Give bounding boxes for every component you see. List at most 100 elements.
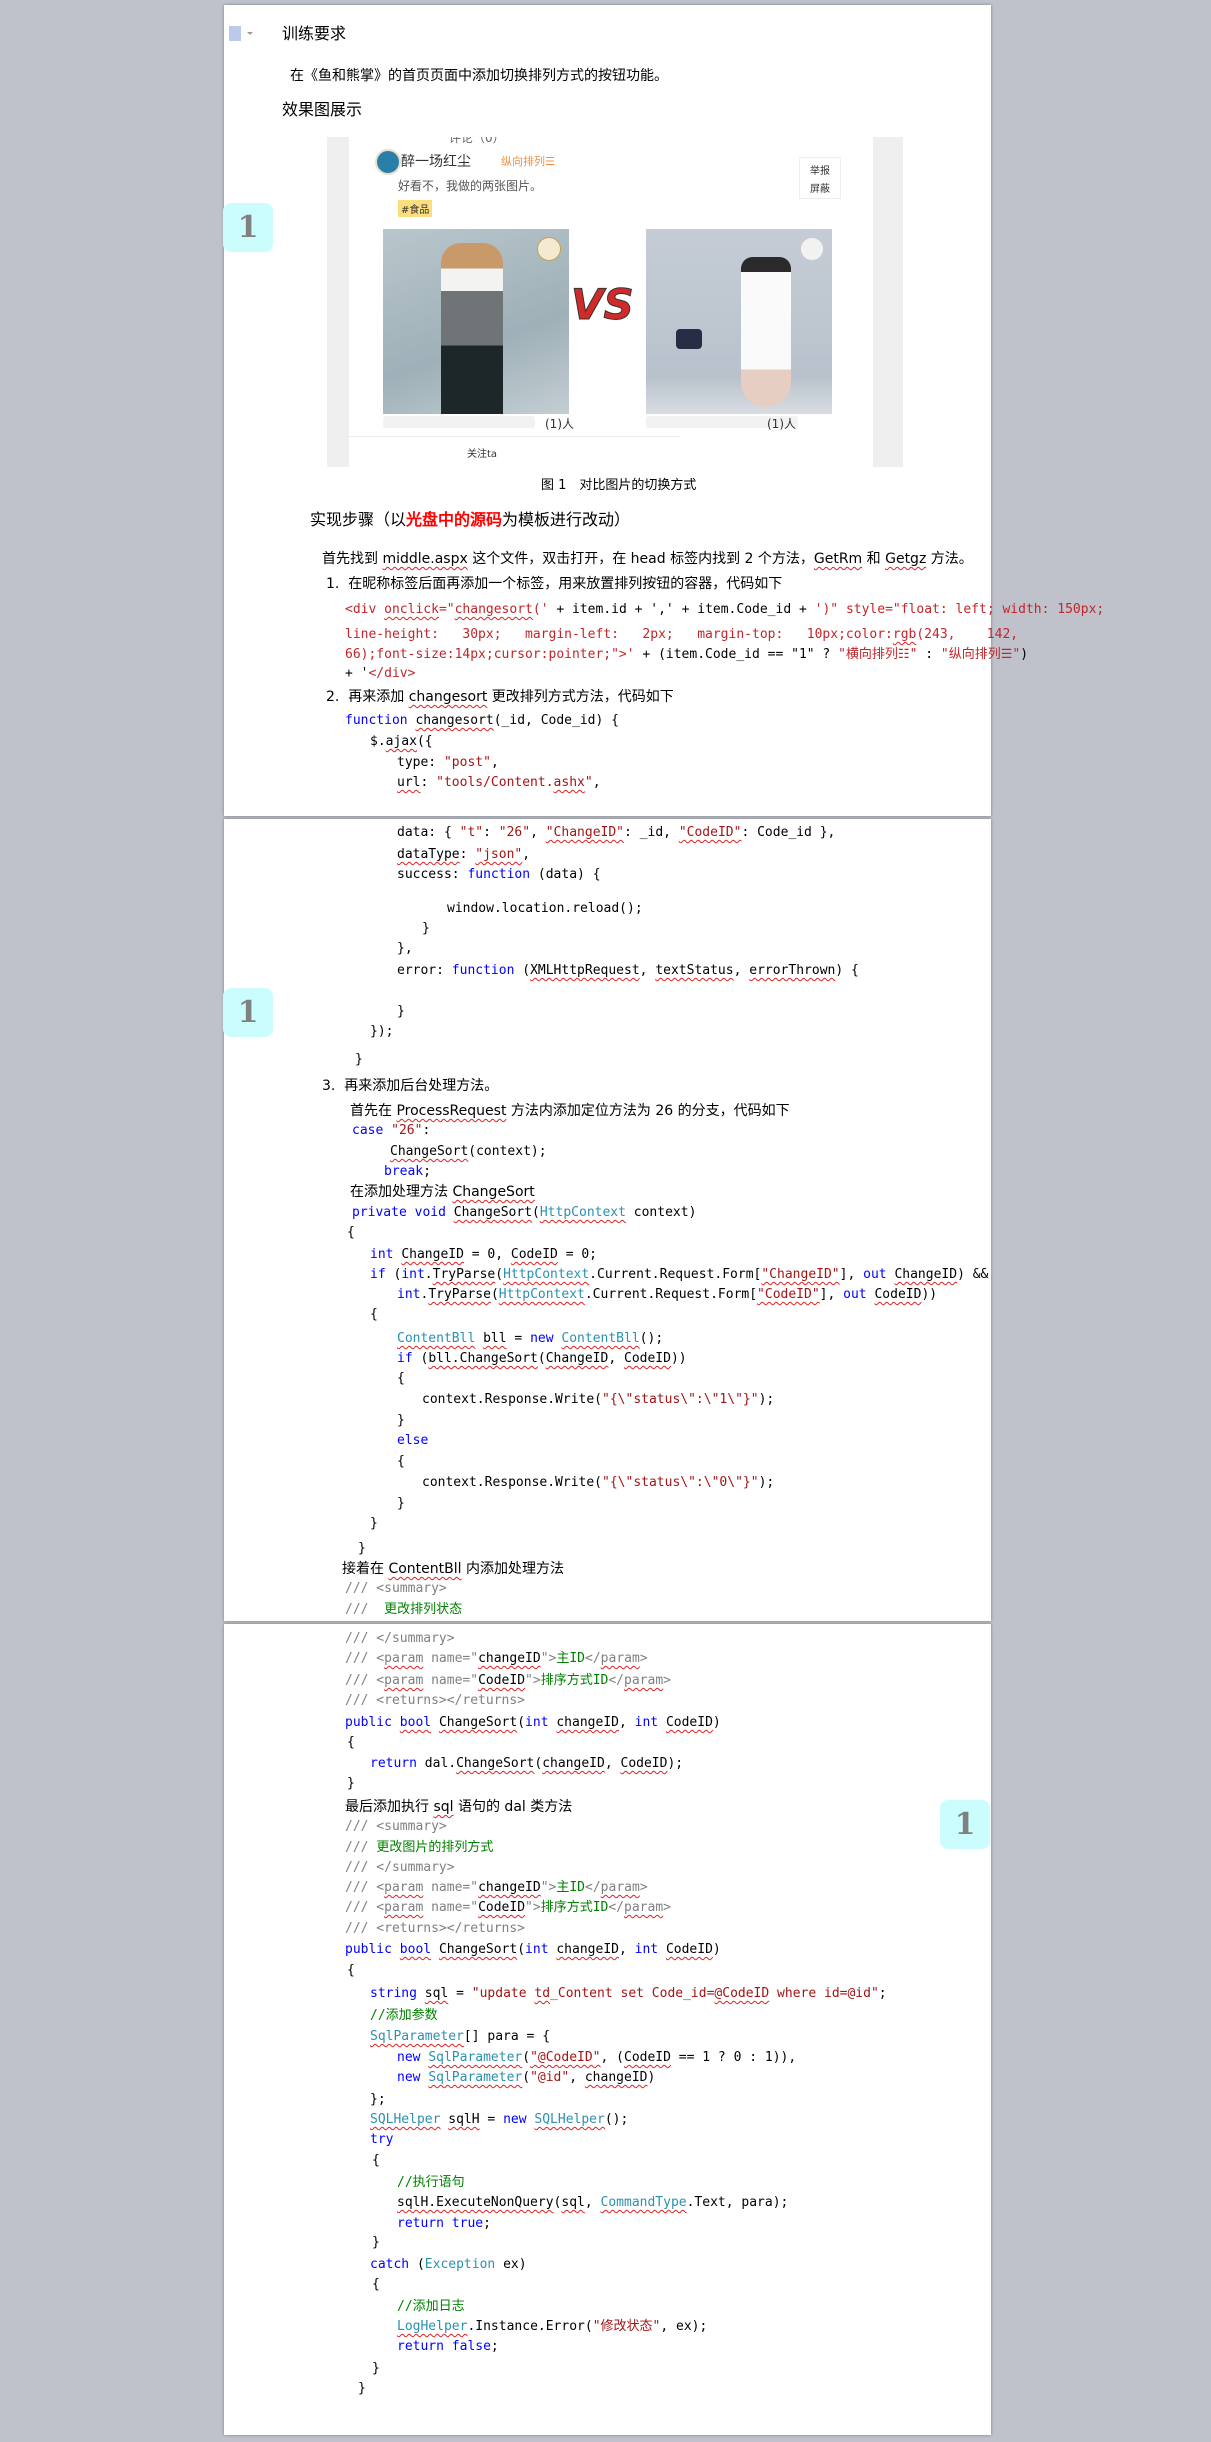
spellcheck-flagged-token: HttpContext: [498, 1287, 585, 1302]
code-line: }: [372, 2359, 380, 2379]
text-token: ;: [423, 1164, 431, 1179]
document-map-icon[interactable]: [229, 26, 253, 41]
text-token: out: [843, 1287, 867, 1302]
text-token: :: [420, 775, 437, 790]
block-button[interactable]: 屏蔽: [810, 180, 830, 195]
text-token: ();: [604, 2112, 629, 2127]
code-line: });: [370, 1022, 393, 1042]
text-token: if: [397, 1351, 413, 1366]
code-line: /// <param name="changeID">主ID</param>: [345, 1649, 648, 1669]
text-token: (: [517, 1942, 526, 1957]
code-line: line-height: 30px; margin-left: 2px; mar…: [345, 625, 1018, 645]
text-token: ): [647, 2070, 656, 2085]
spellcheck-flagged-token: CodeID: [510, 1247, 558, 1262]
text-token: //添加参数: [370, 2008, 438, 2023]
text-token: //执行语句: [397, 2175, 465, 2190]
text-token: 和: [862, 551, 886, 567]
spellcheck-flagged-token: CodeID: [665, 1715, 713, 1730]
spellcheck-flagged-token: param: [624, 1673, 664, 1688]
text-token: 方法。: [926, 551, 973, 567]
spellcheck-flagged-token: ChangeSort: [453, 1205, 533, 1220]
spellcheck-flagged-token: GetRm: [813, 551, 863, 567]
right-photo[interactable]: [646, 229, 832, 414]
spellcheck-flagged-token: changeID: [542, 1756, 605, 1771]
code-line: SqlParameter[] para = {: [370, 2027, 550, 2047]
text-token: ///: [345, 1840, 377, 1855]
section-heading: 实现步骤（以光盘中的源码为模板进行改动）: [310, 510, 630, 530]
text-token: (: [522, 2070, 531, 2085]
code-line: error: function (XMLHttpRequest, textSta…: [397, 961, 859, 981]
paragraph: 最后添加执行 sql 语句的 dal 类方法: [345, 1797, 572, 1817]
text-token: = 0;: [557, 1247, 598, 1262]
text-token: (: [532, 1205, 540, 1220]
text-token: 光盘中的源码: [406, 510, 503, 529]
code-line: {: [397, 1369, 405, 1389]
code-line: {: [370, 1305, 378, 1325]
text-token: );: [667, 1756, 684, 1771]
follow-button[interactable]: 关注ta: [467, 445, 497, 460]
text-token: int: [525, 1942, 549, 1957]
text-token: :: [483, 825, 499, 840]
text-token: ,: [490, 755, 499, 770]
spellcheck-flagged-token: SqlParameter: [370, 2029, 464, 2044]
spellcheck-flagged-token: changeID: [556, 1942, 619, 1957]
text-token: 排序方式ID: [540, 1900, 609, 1915]
text-token: (_id, Code_id) {: [493, 713, 619, 728]
spellcheck-flagged-token: "ChangeID": [545, 825, 625, 840]
text-token: function: [467, 867, 531, 882]
text-token: :: [459, 847, 476, 862]
text-token: name=": [423, 1673, 479, 1688]
paragraph: 3. 再来添加后台处理方法。: [322, 1076, 498, 1096]
code-line: return false;: [397, 2337, 499, 2357]
code-line: <div onclick="changesort(' + item.id + '…: [345, 600, 1104, 620]
code-line: string sql = "update td_Content set Code…: [370, 1984, 887, 2004]
spellcheck-flagged-token: ChangeSort: [452, 1184, 535, 1200]
text-token: }: [355, 1052, 363, 1067]
report-button[interactable]: 举报: [810, 162, 830, 177]
text-token: );: [758, 1475, 775, 1490]
text-token: 1. 在昵称标签后面再添加一个标签，用来放置排列按钮的容器，代码如下: [326, 576, 783, 592]
code-line: success: function (data) {: [397, 865, 601, 885]
text-token: (243, 142,: [916, 627, 1019, 642]
spellcheck-flagged-token: ContentBll: [388, 1561, 462, 1577]
code-line: /// <summary>: [345, 1817, 447, 1837]
code-line: {: [372, 2275, 380, 2295]
code-line: }: [397, 1411, 405, 1431]
code-line: function changesort(_id, Code_id) {: [345, 711, 619, 731]
spellcheck-flagged-token: HttpContext: [539, 1205, 626, 1220]
text-token: int: [401, 1267, 425, 1282]
text-token: /// <summary>: [345, 1581, 447, 1596]
whale-icon: [800, 237, 824, 261]
text-token: new: [503, 2112, 527, 2127]
spellcheck-flagged-token: bll.ChangeSort: [428, 1351, 538, 1366]
spellcheck-flagged-token: sql: [424, 1986, 449, 2001]
code-line: }: [397, 1002, 405, 1022]
text-token: >: [639, 1651, 648, 1666]
text-token: + ': [345, 666, 369, 681]
text-token: function: [345, 713, 408, 728]
text-token: + item.id + ',' + item.Code_id +: [556, 602, 815, 617]
text-token: 在《鱼和熊掌》的首页页面中添加切换排列方式的按钮功能。: [290, 68, 668, 84]
left-photo[interactable]: [383, 229, 569, 414]
spellcheck-flagged-token: changeID: [478, 1651, 541, 1666]
text-token: "@id": [530, 2070, 570, 2085]
text-token: : _id,: [624, 825, 679, 840]
code-line: /// </summary>: [345, 1858, 455, 1878]
code-line: else: [397, 1431, 428, 1451]
spellcheck-flagged-token: ChangeID: [545, 1351, 609, 1366]
text-token: }: [358, 1541, 366, 1556]
post-tag[interactable]: #食品: [398, 200, 433, 217]
text-token: >: [663, 1900, 671, 1915]
text-token: {: [370, 1307, 378, 1322]
text-token: =: [448, 1986, 472, 2001]
text-token: window.location.reload();: [447, 901, 643, 916]
code-line: SQLHelper sqlH = new SQLHelper();: [370, 2110, 628, 2130]
text-token: int: [397, 1287, 421, 1302]
spellcheck-flagged-token: "json": [475, 847, 523, 862]
sort-toggle-button[interactable]: 纵向排列☰: [501, 153, 555, 169]
text-token: case: [352, 1123, 384, 1138]
text-token: , (: [600, 2050, 624, 2065]
text-token: (: [522, 2050, 531, 2065]
